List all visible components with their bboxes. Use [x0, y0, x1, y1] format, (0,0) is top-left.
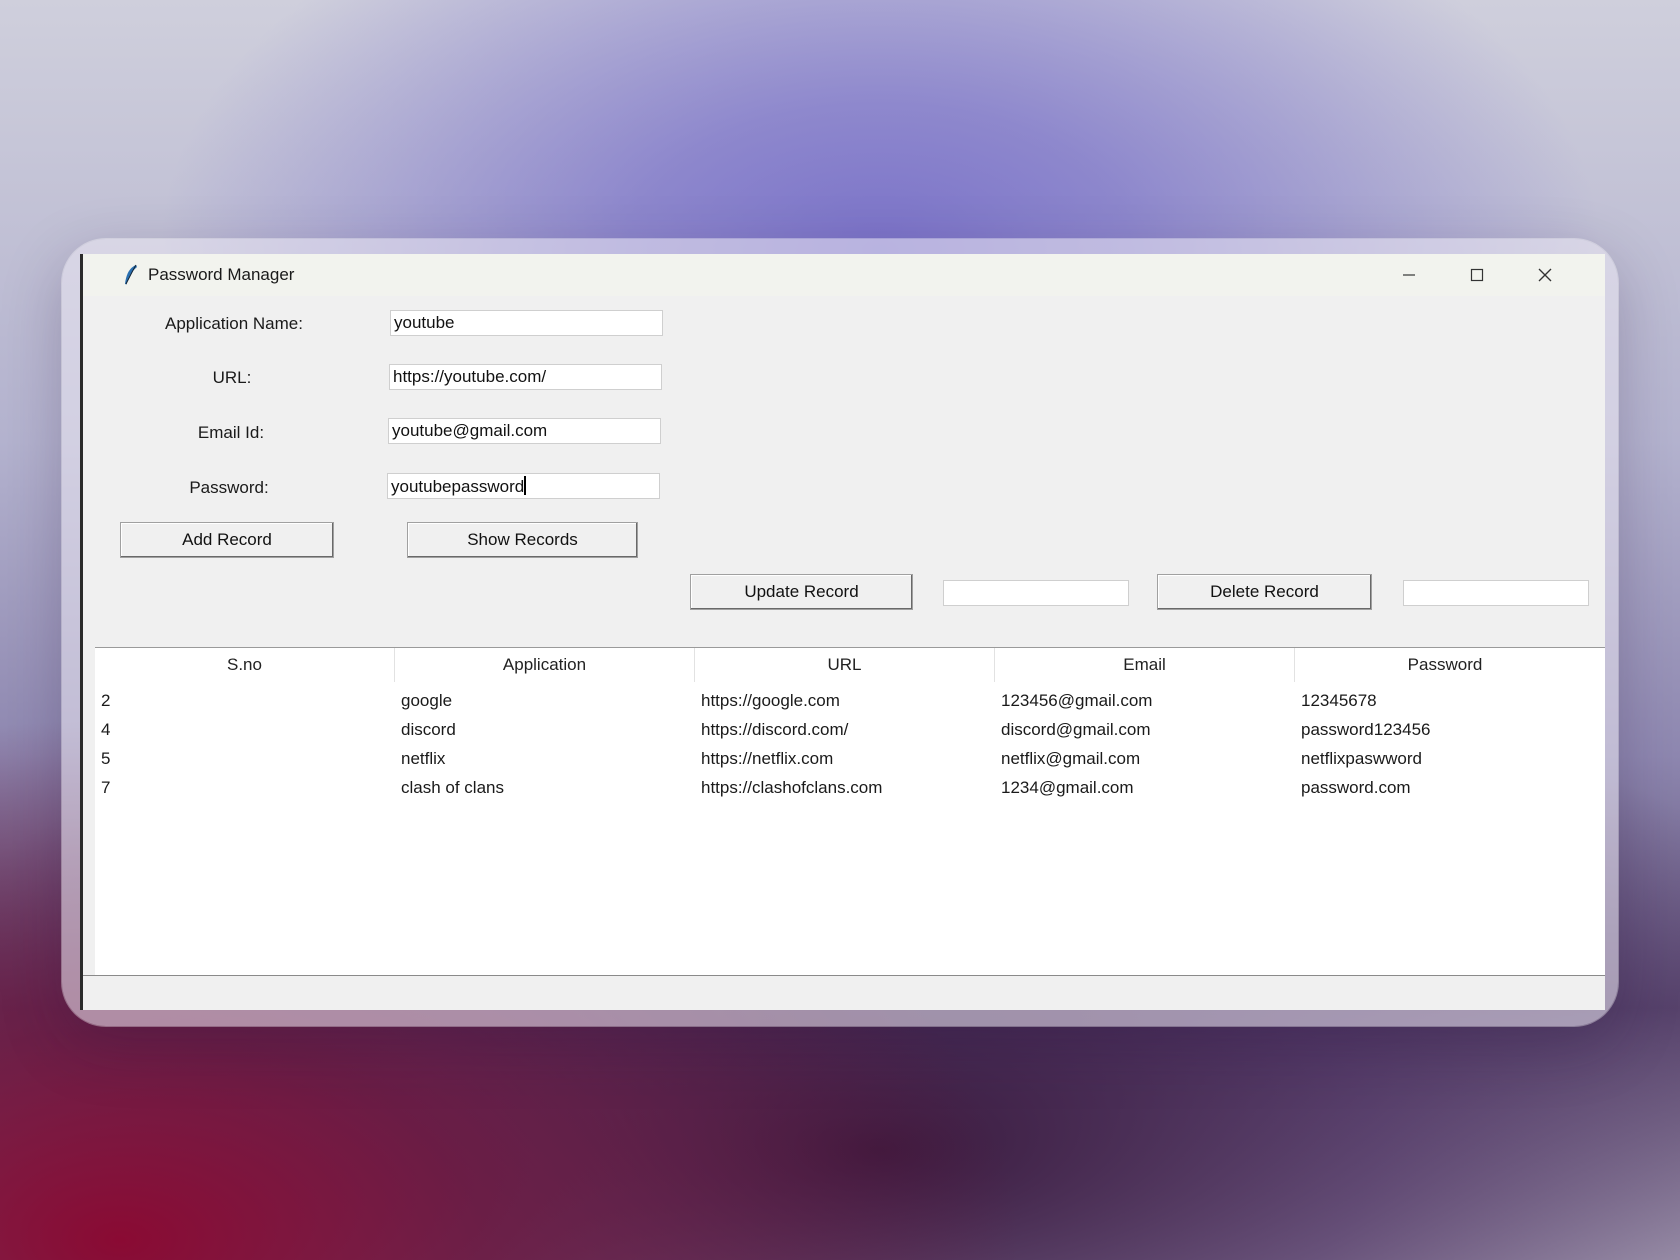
minimize-icon	[1403, 274, 1415, 276]
app-name-input[interactable]: youtube	[390, 310, 663, 336]
cell-email: 123456@gmail.com	[1001, 691, 1153, 710]
password-label: Password:	[189, 478, 269, 497]
app-name-label: Application Name:	[165, 314, 303, 333]
cell-password: 12345678	[1301, 691, 1377, 710]
maximize-button[interactable]	[1444, 254, 1510, 296]
close-icon	[1538, 268, 1552, 282]
minimize-button[interactable]	[1376, 254, 1442, 296]
cell-password: password.com	[1301, 778, 1411, 797]
title-bar[interactable]: Password Manager	[83, 254, 1605, 296]
show-records-button[interactable]: Show Records	[407, 522, 638, 558]
update-record-button[interactable]: Update Record	[690, 574, 913, 610]
horizontal-scrollbar[interactable]	[83, 975, 1605, 1010]
cell-password: password123456	[1301, 720, 1431, 739]
column-header-email[interactable]: Email	[995, 648, 1295, 682]
close-button[interactable]	[1512, 254, 1578, 296]
url-label: URL:	[212, 368, 252, 387]
update-id-input[interactable]	[943, 580, 1129, 606]
cell-password: netflixpaswword	[1301, 749, 1422, 768]
records-table[interactable]: S.no Application URL Email Password 2 go…	[95, 647, 1605, 976]
cell-email: 1234@gmail.com	[1001, 778, 1134, 797]
delete-id-input[interactable]	[1403, 580, 1589, 606]
cell-url: https://google.com	[701, 691, 840, 710]
cell-url: https://netflix.com	[701, 749, 834, 768]
table-header: S.no Application URL Email Password	[95, 648, 1605, 682]
text-caret	[524, 476, 527, 495]
maximize-icon	[1470, 268, 1484, 282]
cell-application: netflix	[401, 749, 446, 768]
password-input[interactable]: youtubepassword	[387, 473, 660, 499]
cell-url: https://clashofclans.com	[701, 778, 883, 797]
app-name-value: youtube	[394, 313, 455, 332]
cell-sno: 2	[101, 691, 111, 710]
email-label: Email Id:	[197, 423, 265, 442]
add-record-button[interactable]: Add Record	[120, 522, 334, 558]
cell-sno: 4	[101, 720, 111, 739]
column-header-url[interactable]: URL	[695, 648, 995, 682]
password-value: youtubepassword	[391, 477, 525, 496]
app-window: Password Manager Application Name: URL: …	[80, 254, 1605, 1010]
url-value: https://youtube.com/	[393, 367, 547, 386]
column-header-application[interactable]: Application	[395, 648, 695, 682]
cell-application: clash of clans	[401, 778, 504, 797]
cell-application: discord	[401, 720, 456, 739]
delete-record-button[interactable]: Delete Record	[1157, 574, 1372, 610]
cell-email: netflix@gmail.com	[1001, 749, 1141, 768]
cell-url: https://discord.com/	[701, 720, 849, 739]
feather-icon	[125, 264, 137, 285]
cell-sno: 7	[101, 778, 111, 797]
column-header-sno[interactable]: S.no	[95, 648, 395, 682]
column-header-password[interactable]: Password	[1295, 648, 1595, 682]
email-input[interactable]: youtube@gmail.com	[388, 418, 661, 444]
cell-application: google	[401, 691, 453, 710]
cell-sno: 5	[101, 749, 111, 768]
url-input[interactable]: https://youtube.com/	[389, 364, 662, 390]
cell-email: discord@gmail.com	[1001, 720, 1151, 739]
email-value: youtube@gmail.com	[392, 421, 548, 440]
window-title: Password Manager	[148, 265, 295, 284]
